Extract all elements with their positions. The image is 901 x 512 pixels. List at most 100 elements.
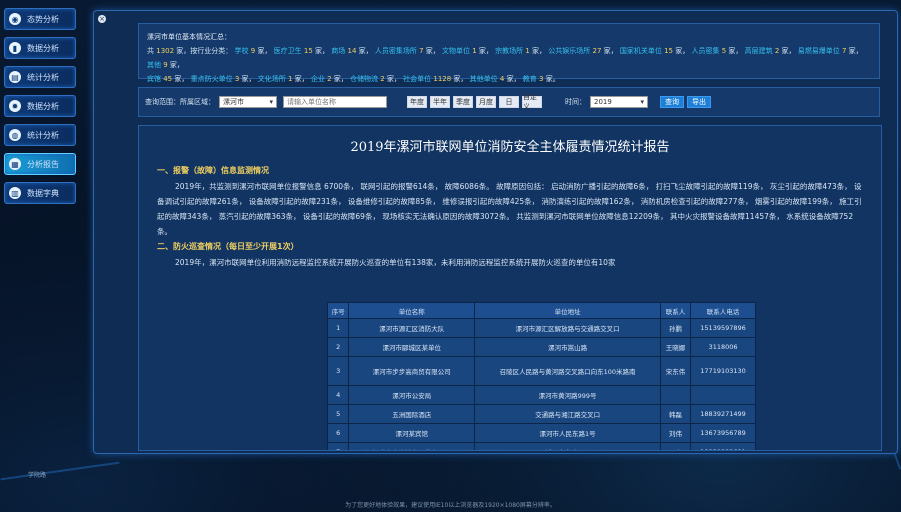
category-name[interactable]: 公共娱乐场所 (548, 47, 590, 55)
table-cell: 漯河市东方房地产开发有限公司 (348, 442, 476, 450)
category-unit: 家， (728, 47, 745, 55)
nav-item-5[interactable]: ▦ 分析报告 (4, 153, 76, 175)
period-button[interactable]: 季度 (453, 96, 473, 108)
bar-chart-icon: ▮ (9, 42, 21, 54)
patrol-table: 序号 单位名称 单位地址 联系人 联系人电话 1 漯河市源汇区消防大队 漯河市源汇区解放路与… (326, 302, 756, 450)
category-unit: 家， (425, 47, 442, 55)
category-name[interactable]: 文物单位 (442, 47, 470, 55)
period-button[interactable]: 自定义 (522, 93, 542, 111)
table-cell: 漯河市源汇区消防大队 (348, 318, 476, 338)
table-cell: 漯河市人民东路1号 (474, 423, 661, 443)
category-name[interactable]: 文化场所 (258, 75, 286, 83)
category-count: 27 (590, 47, 604, 55)
nav-item-2[interactable]: ▤ 统计分析 (4, 66, 76, 88)
category-unit: 家， (241, 75, 258, 83)
nav-label: 统计分析 (27, 130, 59, 140)
category-name[interactable]: 社会单位 (403, 75, 431, 83)
category-name[interactable]: 仓储物流 (350, 75, 378, 83)
table-cell: 3118006 (690, 337, 756, 357)
table-cell: 韩磊 (659, 404, 692, 424)
category-count: 9 (161, 61, 170, 69)
period-button[interactable]: 年度 (407, 96, 427, 108)
table-header-cell: 序号 (326, 302, 350, 319)
category-name[interactable]: 其他单位 (470, 75, 498, 83)
category-count: 2 (772, 47, 782, 55)
table-cell: 13673956789 (690, 423, 756, 443)
table-cell: 漯河市步步高商贸有限公司 (348, 356, 476, 386)
table-cell: 5 (326, 404, 350, 424)
table-row: 5 五洲国际酒店 交通路与湘江路交叉口 韩磊 18839271499 (326, 404, 756, 424)
nav-label: 态势分析 (27, 14, 59, 24)
table-cell: 6 (326, 423, 350, 443)
table-cell: 2 (326, 337, 350, 357)
category-unit: 家， (257, 47, 274, 55)
table-row: 3 漯河市步步高商贸有限公司 召陵区人民路与黄河路交叉路口向东100米路南 宋东伟 17… (326, 356, 756, 386)
nav-item-1[interactable]: ▮ 数据分析 (4, 37, 76, 59)
table-cell: 4 (326, 385, 350, 405)
category-unit: 家， (478, 47, 496, 55)
region-select[interactable]: 漯河市 ▾ (219, 96, 277, 108)
category-unit: 家。 (545, 75, 560, 83)
export-button[interactable]: 导出 (687, 96, 711, 108)
summary-title: 漯河市单位基本情况汇总： (147, 33, 231, 41)
nav-label: 数据分析 (27, 43, 59, 53)
nav-item-4[interactable]: ◍ 统计分析 (4, 124, 76, 146)
category-name[interactable]: 宗教场所 (495, 47, 523, 55)
category-unit: 家， (532, 47, 549, 55)
category-name[interactable]: 学校 (235, 47, 249, 55)
category-count: 45 (161, 75, 175, 83)
category-name[interactable]: 人员密集 (691, 47, 719, 55)
category-name[interactable]: 重点防火单位 (191, 75, 233, 83)
table-cell: 7 (326, 442, 350, 450)
summary-text: 家，按行业分类： (176, 47, 233, 55)
category-name[interactable]: 教育 (523, 75, 537, 83)
table-row: 7漯河市东方房地产开发有限公司郾城区迎宾路388号周宁18839292691 (326, 442, 756, 450)
period-button[interactable]: 半年 (430, 96, 450, 108)
report-body: 2019年漯河市联网单位消防安全主体履责情况统计报告 一、报警（故障）信息监测情… (138, 125, 882, 451)
period-button[interactable]: 日 (499, 96, 519, 108)
time-value: 2019 (594, 98, 612, 106)
table-cell: 周宁 (659, 442, 692, 450)
category-unit: 家， (675, 47, 692, 55)
category-count: 1 (285, 75, 295, 83)
category-list-2: 宾馆 45 家， 重点防火单位 3 家， 文化场所 1 家， 企业 2 家， 仓… (147, 72, 871, 86)
search-input[interactable] (283, 96, 387, 108)
period-buttons: 年度 半年 季度 月度日自定义 (407, 93, 545, 111)
category-name[interactable]: 高层建筑 (745, 47, 773, 55)
table-cell: 孙鹏 (659, 318, 692, 338)
dashboard-icon: ◉ (9, 13, 21, 25)
category-name[interactable]: 其他 (147, 61, 161, 69)
category-name[interactable]: 易燃易爆单位 (798, 47, 840, 55)
nav-item-0[interactable]: ◉ 态势分析 (4, 8, 76, 30)
category-unit: 家， (506, 75, 523, 83)
category-name[interactable]: 人员密集场所 (375, 47, 417, 55)
table-cell: 17719103130 (690, 356, 756, 386)
nav-item-6[interactable]: ▥ 数据字典 (4, 182, 76, 204)
time-select[interactable]: 2019 ▾ (590, 96, 648, 108)
query-button[interactable]: 查询 (660, 96, 684, 108)
report-title: 2019年漯河市联网单位消防安全主体履责情况统计报告 (350, 140, 670, 155)
summary-line-1: 共 1302 家，按行业分类： 学校 9 家， 医疗卫生 15 家， 商场 14… (147, 44, 871, 72)
category-name[interactable]: 国家机关单位 (620, 47, 662, 55)
nav-item-3[interactable]: ✹ 数据分析 (4, 95, 76, 117)
table-cell: 五洲国际酒店 (348, 404, 476, 424)
category-unit: 家， (603, 47, 620, 55)
chevron-down-icon: ▾ (640, 98, 644, 106)
category-count: 3 (536, 75, 546, 83)
period-button[interactable]: 月度 (476, 96, 496, 108)
table-cell: 宋东伟 (659, 356, 692, 386)
close-icon[interactable]: × (98, 15, 106, 23)
table-row: 4 漯河市公安局 漯河市黄河路999号 (326, 385, 756, 405)
category-name[interactable]: 宾馆 (147, 75, 161, 83)
table-header-cell: 联系人电话 (690, 302, 756, 319)
section-heading-1: 一、报警（故障）信息监测情况 (157, 166, 269, 175)
category-name[interactable]: 商场 (331, 47, 345, 55)
category-count: 3 (232, 75, 242, 83)
document-icon: ▤ (9, 71, 21, 83)
table-header-cell: 联系人 (659, 302, 692, 319)
category-name[interactable]: 医疗卫生 (274, 47, 302, 55)
section-paragraph-2: 2019年，漯河市联网单位利用消防远程监控系统开展防火巡查的单位有138家，未利… (175, 258, 616, 267)
category-count: 7 (416, 47, 426, 55)
category-name[interactable]: 企业 (311, 75, 325, 83)
region-label: 所属区域： (180, 98, 215, 106)
